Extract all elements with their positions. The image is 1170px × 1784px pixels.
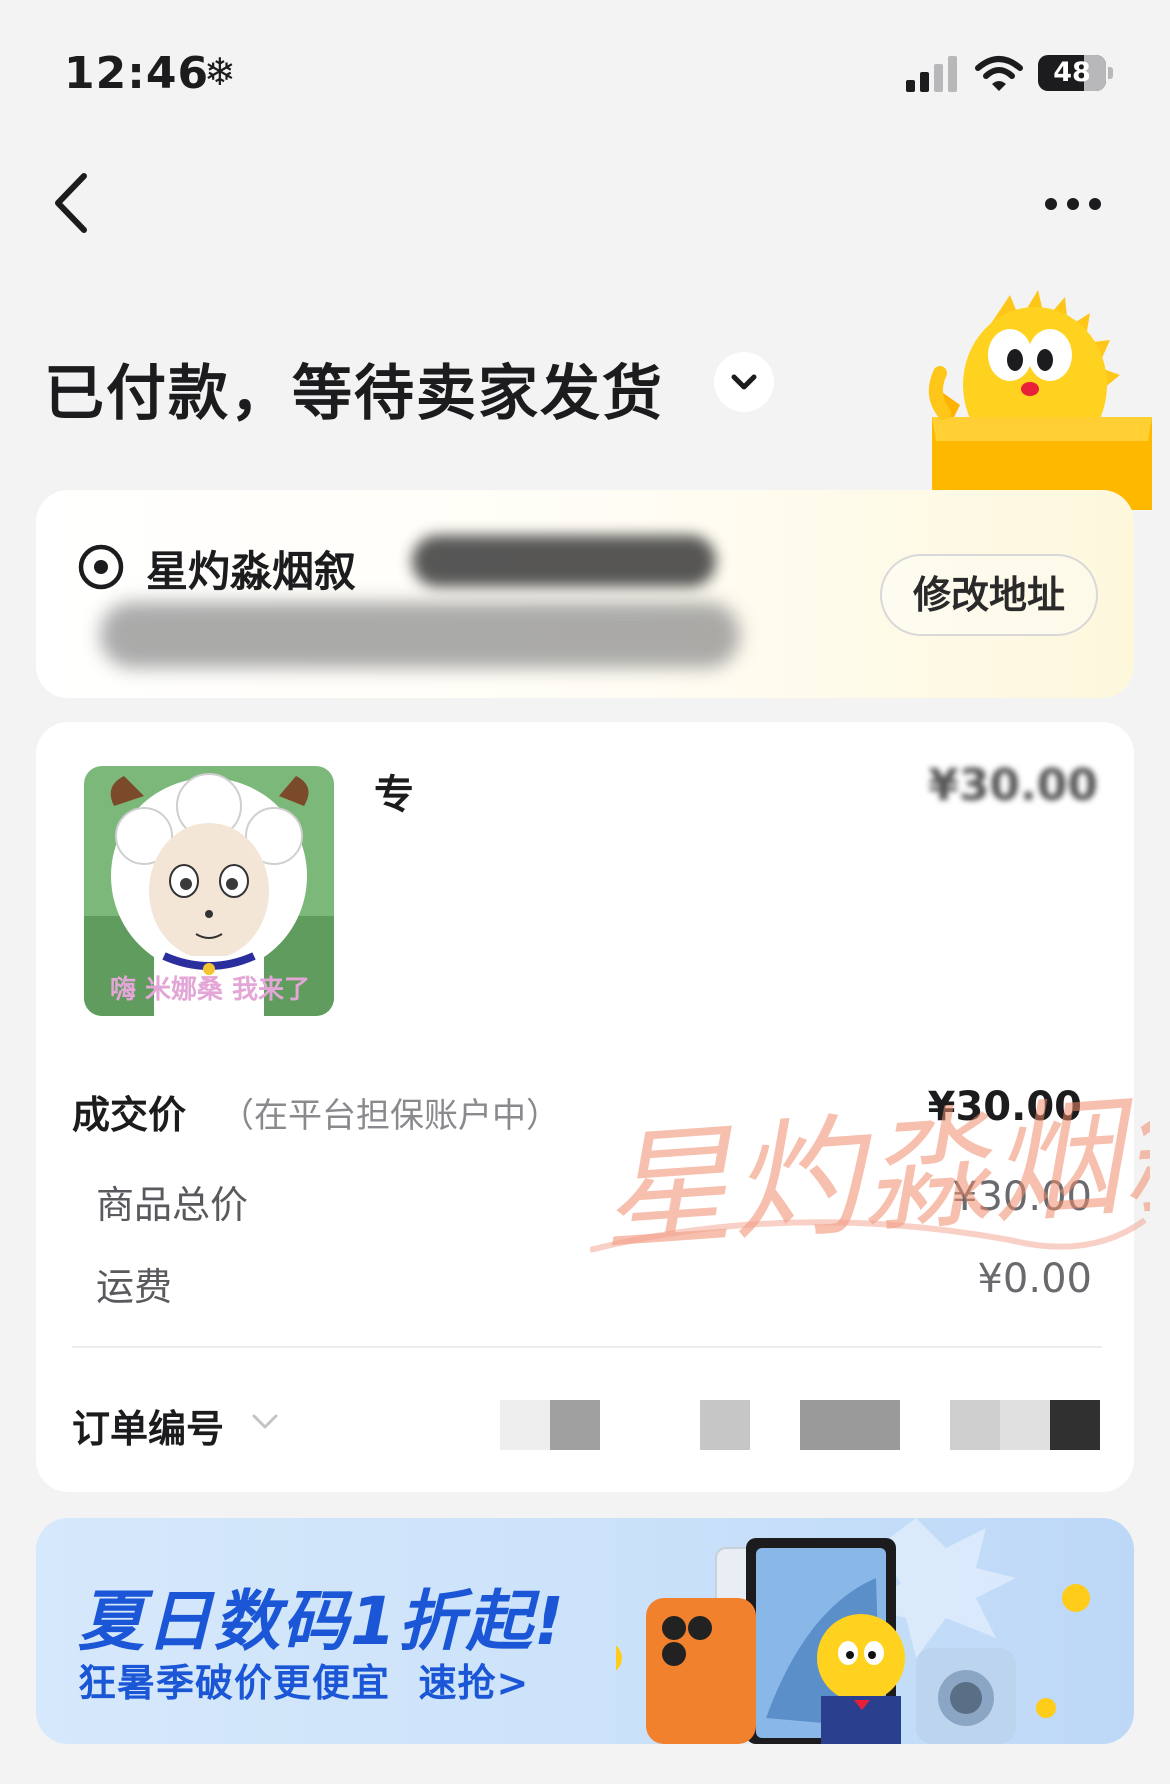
product-price: ¥30.00 bbox=[928, 760, 1098, 811]
shipping-label: 运费 bbox=[96, 1265, 173, 1309]
back-button[interactable] bbox=[44, 168, 104, 238]
subtotal-row: 商品总价 ¥30.00 bbox=[96, 1174, 1096, 1230]
snowflake-icon: ❄ bbox=[204, 50, 236, 94]
promo-title: 夏日数码1折起! bbox=[78, 1583, 567, 1660]
more-options-button[interactable] bbox=[1040, 190, 1110, 220]
promo-cta[interactable]: 速抢> bbox=[418, 1661, 529, 1705]
mascot-illustration bbox=[928, 290, 1152, 510]
cellular-signal-icon bbox=[906, 56, 958, 92]
chevron-left-icon bbox=[55, 173, 87, 233]
deal-price-value: ¥30.00 bbox=[927, 1084, 1082, 1130]
recipient-name: 星灼淼烟叙 bbox=[146, 547, 357, 596]
shipping-row: 运费 ¥0.00 bbox=[96, 1256, 1096, 1312]
status-expand-button[interactable] bbox=[714, 352, 774, 412]
order-number-label[interactable]: 订单编号 bbox=[72, 1398, 224, 1453]
subtotal-label: 商品总价 bbox=[96, 1183, 249, 1227]
promo-subtitle: 狂暑季破价更便宜 速抢> bbox=[78, 1661, 530, 1705]
status-time: 12:46 bbox=[64, 48, 210, 99]
redacted-address bbox=[100, 602, 740, 668]
battery-cap bbox=[1108, 67, 1113, 79]
product-image-caption: 嗨 米娜桑 我来了 bbox=[109, 975, 311, 1005]
address-card[interactable]: 星灼淼烟叙 修改地址 bbox=[36, 490, 1134, 698]
more-dots-icon bbox=[1045, 198, 1057, 210]
status-bar: 12:46 ❄ 48 bbox=[0, 0, 1170, 150]
product-image[interactable]: 嗨 米娜桑 我来了 bbox=[84, 766, 334, 1016]
order-card: 嗨 米娜桑 我来了 专 ¥30.00 成交价 （在平台担保账户中） ¥30.00… bbox=[36, 722, 1134, 1492]
edit-address-button[interactable]: 修改地址 bbox=[880, 554, 1098, 636]
chevron-down-icon bbox=[731, 374, 757, 390]
deal-price-label: 成交价 bbox=[72, 1093, 187, 1137]
subtotal-value: ¥30.00 bbox=[952, 1174, 1092, 1220]
deal-price-row: 成交价 （在平台担保账户中） ¥30.00 bbox=[72, 1084, 1102, 1144]
divider bbox=[72, 1346, 1102, 1348]
chevron-down-icon[interactable] bbox=[248, 1404, 282, 1438]
wifi-icon bbox=[975, 56, 1023, 91]
redacted-phone bbox=[412, 535, 716, 587]
location-pin-icon bbox=[78, 544, 124, 590]
order-status-title: 已付款，等待卖家发货 bbox=[44, 359, 664, 429]
battery-level: 48 bbox=[1053, 57, 1091, 88]
gadgets-illustration bbox=[616, 1518, 1090, 1744]
shipping-value: ¥0.00 bbox=[977, 1256, 1092, 1302]
battery-icon: 48 bbox=[1038, 55, 1106, 91]
product-title[interactable]: 专 bbox=[374, 762, 414, 820]
promo-banner[interactable]: 夏日数码1折起! 狂暑季破价更便宜 速抢> bbox=[36, 1518, 1134, 1744]
deal-price-note: （在平台担保账户中） bbox=[220, 1096, 560, 1136]
